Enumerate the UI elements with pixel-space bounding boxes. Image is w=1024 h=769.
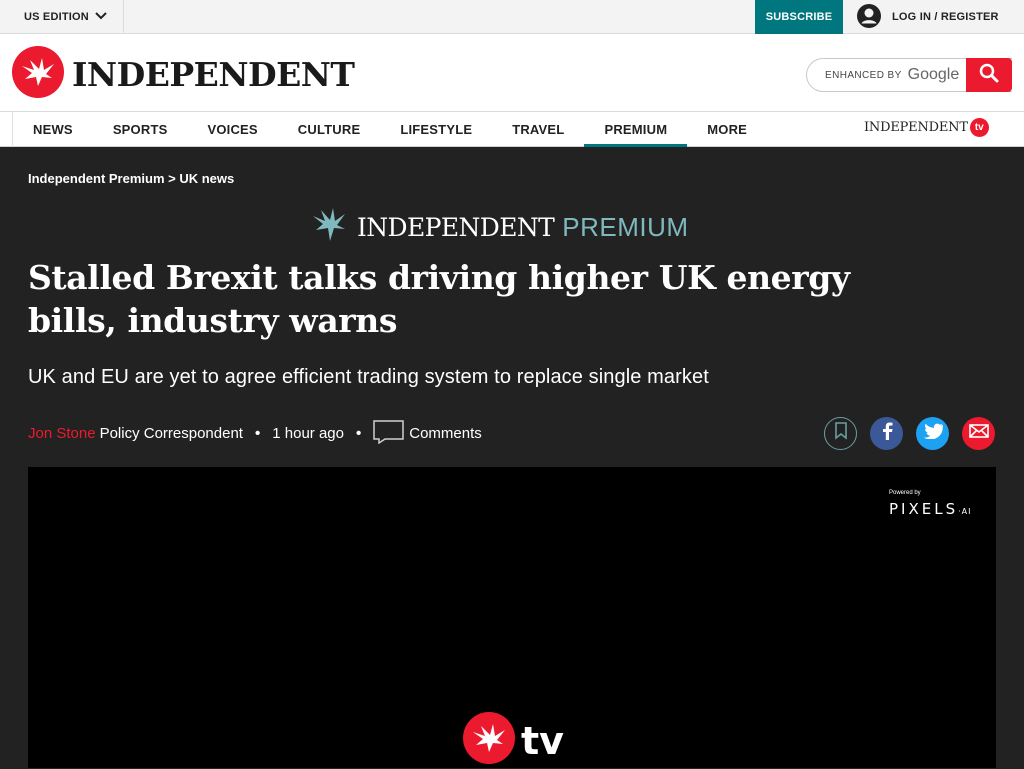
search-button[interactable] bbox=[966, 58, 1012, 92]
pixels-ai-suffix: ·AI bbox=[958, 507, 972, 516]
nav-item-culture[interactable]: CULTURE bbox=[278, 112, 381, 147]
edition-selector[interactable]: US EDITION bbox=[0, 0, 124, 34]
breadcrumb[interactable]: Independent Premium > UK news bbox=[28, 171, 234, 186]
bookmark-button[interactable] bbox=[824, 417, 857, 450]
nav-item-news[interactable]: NEWS bbox=[13, 112, 93, 147]
login-register-link[interactable]: LOG IN / REGISTER bbox=[856, 0, 999, 34]
eagle-logo-icon bbox=[12, 46, 64, 103]
premium-wordmark-premium: PREMIUM bbox=[562, 212, 689, 242]
pixels-ai-logo: PIXELS·AI bbox=[889, 500, 971, 518]
search-enhanced-label: ENHANCED BY bbox=[825, 69, 902, 81]
nav-item-premium[interactable]: PREMIUM bbox=[584, 112, 688, 147]
article-headline: Stalled Brexit talks driving higher UK e… bbox=[28, 258, 850, 340]
premium-wordmark-independent: INDEPENDENT bbox=[357, 213, 555, 242]
search-provider-label: Google bbox=[907, 66, 960, 83]
eagle-logo-icon bbox=[463, 712, 515, 769]
site-logo[interactable]: INDEPENDENT bbox=[12, 46, 355, 103]
separator-dot: • bbox=[254, 424, 261, 442]
publish-time: 1 hour ago bbox=[272, 424, 344, 442]
share-twitter-button[interactable] bbox=[916, 417, 949, 450]
tv-label: tv bbox=[521, 718, 564, 763]
article-standfirst: UK and EU are yet to agree efficient tra… bbox=[28, 366, 709, 388]
video-player[interactable]: Powered by PIXELS·AI tv bbox=[28, 467, 996, 768]
email-icon bbox=[968, 424, 989, 443]
premium-section-logo: INDEPENDENT PREMIUM bbox=[311, 208, 689, 247]
login-label: LOG IN / REGISTER bbox=[892, 11, 999, 23]
independent-tv-wordmark: INDEPENDENT bbox=[864, 120, 968, 135]
twitter-icon bbox=[923, 423, 943, 444]
powered-by-label: Powered by bbox=[889, 490, 921, 496]
search-icon bbox=[979, 63, 999, 88]
nav-item-lifestyle[interactable]: LIFESTYLE bbox=[380, 112, 492, 147]
tv-badge-icon: tv bbox=[969, 118, 989, 137]
separator-dot: • bbox=[355, 424, 362, 442]
comments-link[interactable]: Comments bbox=[409, 425, 482, 442]
author-link[interactable]: Jon Stone bbox=[28, 425, 96, 442]
pixels-wordmark: PIXELS bbox=[889, 500, 959, 518]
edition-label: US EDITION bbox=[24, 11, 89, 23]
independent-tv-logo[interactable]: INDEPENDENT tv bbox=[864, 118, 989, 137]
eagle-icon bbox=[311, 208, 349, 247]
nav-item-voices[interactable]: VOICES bbox=[187, 112, 277, 147]
facebook-icon bbox=[879, 422, 895, 445]
nav-item-sports[interactable]: SPORTS bbox=[93, 112, 188, 147]
user-icon bbox=[856, 3, 882, 32]
independent-tv-player-logo: tv bbox=[463, 712, 564, 769]
comment-icon[interactable] bbox=[373, 418, 405, 448]
masthead: INDEPENDENT ENHANCED BY Google bbox=[0, 34, 1024, 112]
nav-item-more[interactable]: MORE bbox=[687, 112, 767, 147]
byline: Jon Stone Policy Correspondent • 1 hour … bbox=[28, 420, 482, 445]
subscribe-button[interactable]: SUBSCRIBE bbox=[755, 0, 843, 34]
author-role: Policy Correspondent bbox=[99, 424, 243, 442]
bookmark-icon bbox=[834, 422, 848, 445]
chevron-down-icon bbox=[95, 11, 107, 23]
logo-wordmark: INDEPENDENT bbox=[72, 54, 355, 94]
nav-item-travel[interactable]: TRAVEL bbox=[492, 112, 584, 147]
share-facebook-button[interactable] bbox=[870, 417, 903, 450]
top-utility-bar: US EDITION SUBSCRIBE LOG IN / REGISTER bbox=[0, 0, 1024, 34]
share-email-button[interactable] bbox=[962, 417, 995, 450]
